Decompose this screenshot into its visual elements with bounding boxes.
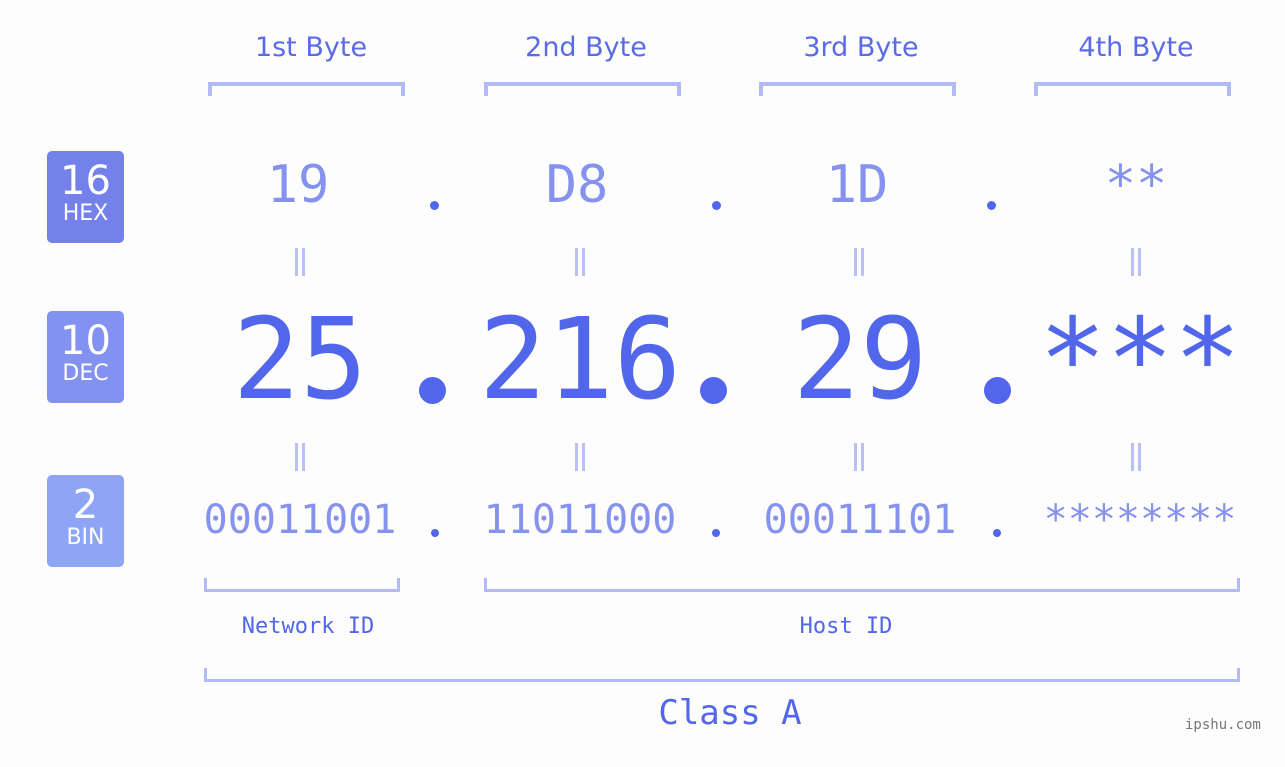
equals-icon [293,443,307,471]
hex-badge-number: 16 [60,158,111,204]
class-label: Class A [658,693,802,733]
bin-octet-4: ******** [1043,497,1237,543]
dec-separator-dot [984,377,1011,404]
byte-bracket-1 [208,82,405,96]
hex-separator-dot [987,201,996,210]
network-id-bracket [204,578,400,592]
byte-header-1: 1st Byte [254,32,368,63]
dec-badge-number: 10 [60,318,111,364]
bin-octet-1: 00011001 [203,497,397,543]
byte-header-2: 2nd Byte [525,32,647,63]
hex-octet-2: D8 [545,155,609,215]
class-bracket [204,668,1240,682]
hex-badge-label: HEX [62,201,109,226]
hex-octet-4: ** [1104,155,1168,215]
hex-separator-dot [430,201,439,210]
bin-badge: 2 BIN [47,475,124,567]
equals-icon [1129,443,1143,471]
hex-badge: 16 HEX [47,151,124,243]
bin-octet-3: 00011101 [763,497,957,543]
host-id-bracket [484,578,1240,592]
dec-octet-2: 216 [478,295,682,425]
dec-octet-4: *** [1038,295,1242,425]
dec-octet-1: 25 [232,295,368,425]
hex-separator-dot [712,201,721,210]
bin-separator-dot [993,529,1001,537]
network-id-label: Network ID [241,614,375,639]
hex-octet-3: 1D [825,155,889,215]
equals-icon [1129,248,1143,276]
byte-bracket-4 [1034,82,1231,96]
dec-separator-dot [419,377,446,404]
bin-badge-number: 2 [72,482,99,528]
bin-separator-dot [431,529,439,537]
equals-icon [573,443,587,471]
equals-icon [573,248,587,276]
byte-header-4: 4th Byte [1078,32,1194,63]
host-id-label: Host ID [799,614,893,639]
watermark: ipshu.com [1185,717,1261,733]
dec-badge-label: DEC [62,361,109,386]
byte-bracket-3 [759,82,956,96]
byte-header-3: 3rd Byte [803,32,919,63]
dec-separator-dot [700,377,727,404]
equals-icon [852,443,866,471]
dec-octet-3: 29 [792,295,928,425]
bin-octet-2: 11011000 [483,497,677,543]
hex-octet-1: 19 [266,155,330,215]
dec-badge: 10 DEC [47,311,124,403]
equals-icon [293,248,307,276]
bin-separator-dot [712,529,720,537]
equals-icon [852,248,866,276]
bin-badge-label: BIN [66,525,105,550]
byte-bracket-2 [484,82,681,96]
